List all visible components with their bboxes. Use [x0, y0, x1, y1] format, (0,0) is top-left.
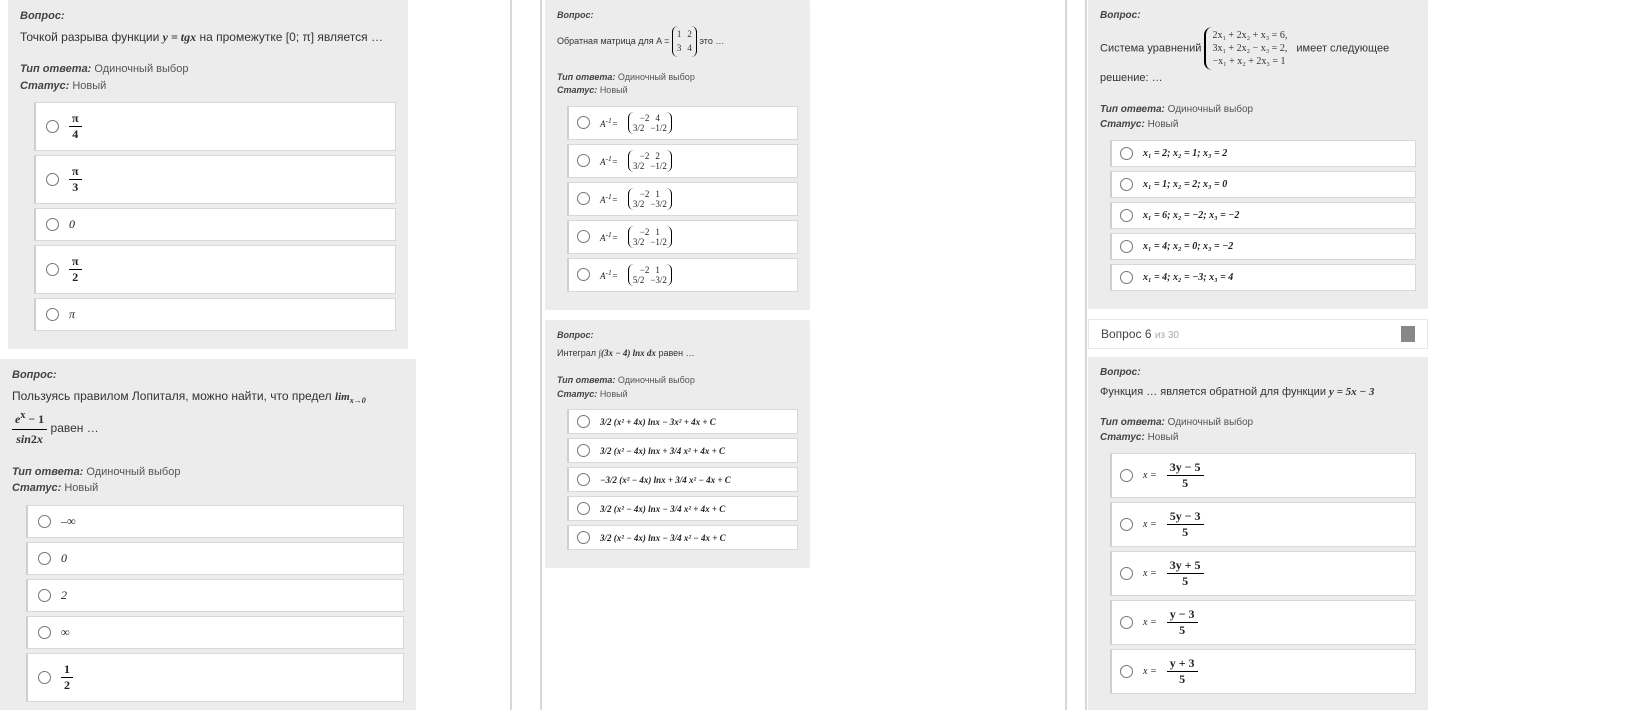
radio[interactable] [577, 192, 590, 205]
radio[interactable] [38, 552, 51, 565]
radio[interactable] [1120, 469, 1133, 482]
nav-label: Вопрос 6 [1101, 327, 1152, 341]
answer-option[interactable]: 12 [26, 653, 404, 702]
radio[interactable] [1120, 567, 1133, 580]
answer-option[interactable]: x = 3y − 55 [1110, 453, 1416, 498]
answer-option[interactable]: 2 [26, 579, 404, 612]
question-text: Система уравнений 2x₁ + 2x₂ + x₃ = 6, 3x… [1100, 27, 1416, 88]
answer-option[interactable]: 3/2 (x² − 4x) lnx − 3/4 x² + 4x + C [567, 496, 798, 521]
radio[interactable] [1120, 147, 1133, 160]
answer-option[interactable]: π [34, 298, 396, 331]
radio[interactable] [1120, 240, 1133, 253]
question-card: Вопрос: Точкой разрыва функции y = tgx н… [8, 0, 408, 349]
equation-system: 2x₁ + 2x₂ + x₃ = 6, 3x₁ + 2x₂ − x₃ = 2, … [1204, 27, 1293, 70]
question-label: Вопрос: [557, 10, 798, 20]
radio[interactable] [577, 531, 590, 544]
radio[interactable] [1120, 518, 1133, 531]
answer-option[interactable]: A-1=−215/2−3/2 [567, 258, 798, 292]
formula: ∫(3x − 4) lnx dx [599, 348, 656, 358]
question-text: Точкой разрыва функции y = tgx на промеж… [20, 28, 396, 47]
radio[interactable] [577, 502, 590, 515]
radio[interactable] [1120, 616, 1133, 629]
radio[interactable] [38, 589, 51, 602]
meta-line: Тип ответа: Одиночный выбор Статус: Новы… [20, 61, 396, 94]
radio[interactable] [1120, 665, 1133, 678]
answer-option[interactable]: A-1=−223/2−1/2 [567, 144, 798, 178]
meta-line: Тип ответа: Одиночный выбор Статус: Новы… [1100, 102, 1416, 132]
answer-option[interactable]: π2 [34, 245, 396, 294]
formula: y = 5x − 3 [1329, 386, 1374, 398]
answer-option[interactable]: –∞ [26, 505, 404, 538]
answer-option[interactable]: π4 [34, 102, 396, 151]
radio[interactable] [1120, 178, 1133, 191]
question-label: Вопрос: [1100, 10, 1416, 21]
answer-option[interactable]: x = 5y − 35 [1110, 502, 1416, 547]
radio[interactable] [38, 671, 51, 684]
answer-option[interactable]: 3/2 (x² − 4x) lnx + 3/4 x² + 4x + C [567, 438, 798, 463]
answer-option[interactable]: x₁ = 4; x₂ = 0; x₃ = −2 [1110, 233, 1416, 260]
answer-option[interactable]: 0 [26, 542, 404, 575]
answer-option[interactable]: x = 3y + 55 [1110, 551, 1416, 596]
question-card: Вопрос: Обратная матрица для A = 1234 эт… [545, 0, 810, 310]
radio[interactable] [577, 230, 590, 243]
answer-option[interactable]: x = y − 35 [1110, 600, 1416, 645]
radio[interactable] [1120, 209, 1133, 222]
question-label: Вопрос: [557, 330, 798, 340]
answer-option[interactable]: −3/2 (x² − 4x) lnx + 3/4 x² − 4x + C [567, 467, 798, 492]
question-text: Пользуясь правилом Лопиталя, можно найти… [12, 387, 404, 449]
answer-option[interactable]: A-1=−243/2−1/2 [567, 106, 798, 140]
radio[interactable] [46, 120, 59, 133]
question-nav: Вопрос 6 из 30 [1088, 319, 1428, 349]
question-label: Вопрос: [20, 10, 396, 22]
radio[interactable] [46, 263, 59, 276]
question-text: Функция … является обратной для функции … [1100, 384, 1416, 402]
meta-line: Тип ответа: Одиночный выбор Статус: Новы… [12, 464, 404, 497]
radio[interactable] [46, 218, 59, 231]
answer-option[interactable]: 3/2 (x² + 4x) lnx − 3x² + 4x + C [567, 409, 798, 434]
answer-option[interactable]: 0 [34, 208, 396, 241]
radio[interactable] [46, 308, 59, 321]
radio[interactable] [46, 173, 59, 186]
answer-option[interactable]: 3/2 (x² − 4x) lnx − 3/4 x² − 4x + C [567, 525, 798, 550]
radio[interactable] [577, 415, 590, 428]
nav-sub: из 30 [1155, 330, 1179, 341]
meta-line: Тип ответа: Одиночный выбор Статус: Новы… [557, 71, 798, 98]
answer-option[interactable]: π3 [34, 155, 396, 204]
question-card: Вопрос: Интеграл ∫(3x − 4) lnx dx равен … [545, 320, 810, 568]
question-card: Вопрос: Функция … является обратной для … [1088, 357, 1428, 710]
answer-option[interactable]: x₁ = 6; x₂ = −2; x₃ = −2 [1110, 202, 1416, 229]
answer-option[interactable]: ∞ [26, 616, 404, 649]
question-text: Обратная матрица для A = 1234 это … [557, 26, 798, 57]
answer-option[interactable]: x₁ = 4; x₂ = −3; x₃ = 4 [1110, 264, 1416, 291]
question-label: Вопрос: [12, 369, 404, 381]
answer-option[interactable]: x₁ = 2; x₂ = 1; x₃ = 2 [1110, 140, 1416, 167]
meta-line: Тип ответа: Одиночный выбор Статус: Новы… [1100, 415, 1416, 445]
question-card: Вопрос: Система уравнений 2x₁ + 2x₂ + x₃… [1088, 0, 1428, 309]
answer-option[interactable]: x = y + 35 [1110, 649, 1416, 694]
radio[interactable] [1120, 271, 1133, 284]
radio[interactable] [577, 154, 590, 167]
radio[interactable] [577, 444, 590, 457]
radio[interactable] [38, 515, 51, 528]
radio[interactable] [577, 473, 590, 486]
formula: y = tgx [163, 30, 197, 44]
radio[interactable] [38, 626, 51, 639]
flag-icon[interactable] [1401, 326, 1415, 342]
question-card: Вопрос: Пользуясь правилом Лопиталя, мож… [0, 359, 416, 710]
radio[interactable] [577, 116, 590, 129]
answer-option[interactable]: A-1=−213/2−1/2 [567, 220, 798, 254]
question-text: Интеграл ∫(3x − 4) lnx dx равен … [557, 346, 798, 360]
radio[interactable] [577, 268, 590, 281]
question-label: Вопрос: [1100, 367, 1416, 378]
answer-option[interactable]: A-1=−213/2−3/2 [567, 182, 798, 216]
answer-option[interactable]: x₁ = 1; x₂ = 2; x₃ = 0 [1110, 171, 1416, 198]
meta-line: Тип ответа: Одиночный выбор Статус: Новы… [557, 374, 798, 401]
